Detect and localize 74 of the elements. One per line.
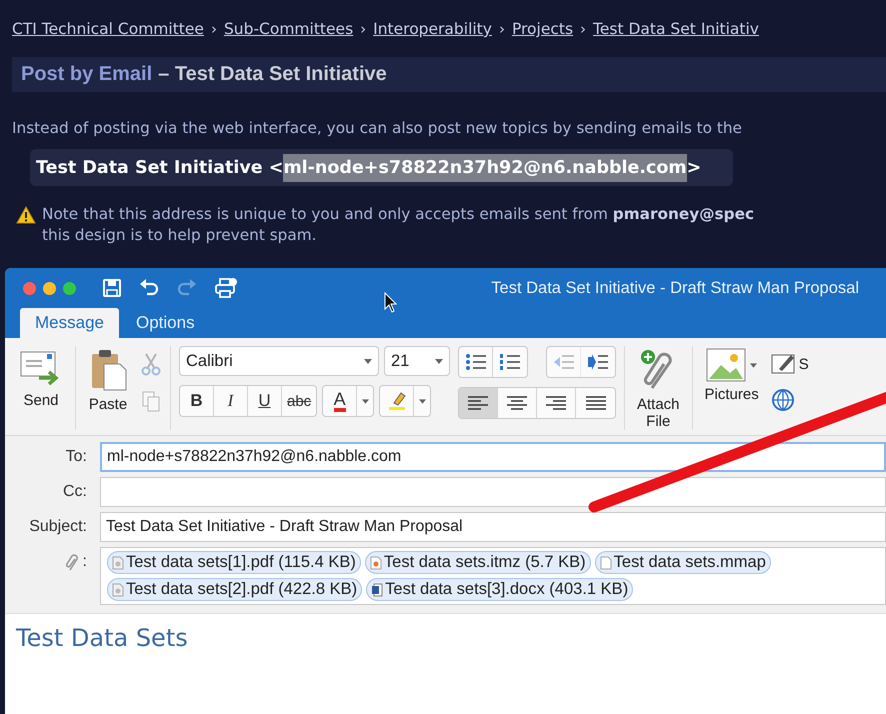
breadcrumb-separator: ›: [498, 20, 505, 38]
input-field[interactable]: [100, 477, 886, 507]
attachment-chip[interactable]: Test data sets.itmz (5.7 KB): [364, 551, 591, 574]
align-right-icon: [546, 396, 566, 410]
outdent-icon: [552, 353, 574, 371]
body-heading: Test Data Sets: [16, 624, 189, 652]
print-icon[interactable]: [214, 277, 238, 299]
font-dropdown[interactable]: Calibri: [179, 346, 379, 376]
pictures-button[interactable]: Pictures: [700, 346, 763, 405]
address-name: Test Data Set Initiative <: [36, 158, 284, 178]
caret-icon: [418, 398, 426, 404]
note-text: this design is to help prevent spam.: [42, 225, 318, 246]
header-title: – Test Data Set Initiative: [158, 63, 387, 86]
format-button[interactable]: U: [248, 386, 282, 416]
attachment-chip[interactable]: Test data sets[1].pdf (115.4 KB): [107, 551, 361, 574]
ribbon-tab[interactable]: Message: [20, 308, 119, 338]
caret-icon: [364, 358, 372, 364]
address-bracket: >: [686, 158, 702, 178]
header-link[interactable]: Post by Email: [21, 63, 152, 86]
redo-icon: [176, 278, 198, 298]
document-icon: [600, 556, 612, 570]
caret-icon: [750, 362, 758, 368]
input-field[interactable]: Test Data Set Initiative - Draft Straw Man Proposal: [100, 512, 886, 542]
breadcrumb-link[interactable]: CTI Technical Committee: [12, 20, 204, 38]
warning-icon: [16, 206, 36, 224]
breadcrumb-link[interactable]: Projects: [512, 20, 574, 38]
document-icon: [112, 582, 124, 596]
numbered-list-icon: [499, 353, 521, 371]
intro-text: Instead of posting via the web interface, you can also post new topics by sending emails to the: [12, 119, 743, 137]
breadcrumb-link[interactable]: Sub-Committees: [224, 20, 354, 38]
breadcrumb-link[interactable]: Test Data Set Initiativ: [593, 20, 759, 38]
globe-icon[interactable]: [770, 388, 795, 412]
paste-button[interactable]: Paste: [84, 346, 132, 415]
align-justify-icon: [586, 396, 606, 410]
breadcrumb-separator: ›: [580, 20, 586, 38]
indent-icon: [587, 353, 609, 371]
bullet-list-icon: [464, 353, 486, 371]
breadcrumb-separator: ›: [360, 20, 366, 38]
save-icon[interactable]: [102, 278, 122, 298]
align-left-icon: [468, 396, 488, 410]
attach-file-button[interactable]: Attach File: [633, 346, 684, 432]
send-button[interactable]: Send: [15, 346, 67, 411]
image-icon: [706, 348, 746, 382]
field-label: Cc:: [62, 482, 88, 502]
minimize-button[interactable]: [43, 282, 56, 294]
ribbon-tab[interactable]: Options: [120, 308, 210, 338]
paperclip-icon: [64, 552, 79, 570]
input-field[interactable]: ml-node+s78822n37h92@n6.nabble.com: [100, 442, 886, 472]
format-button[interactable]: I: [214, 386, 248, 416]
format-button[interactable]: abc: [282, 386, 316, 416]
attachment-chip[interactable]: Test data sets[2].pdf (422.8 KB): [107, 578, 362, 601]
field-label: To:: [64, 447, 88, 467]
document-icon: [112, 556, 124, 570]
note-text: Note that this address is unique to you and only accepts emails sent from pmaroney@spec: [42, 204, 754, 225]
word-document-icon: [371, 582, 384, 596]
breadcrumb-separator: ›: [210, 20, 217, 38]
email-address: ml-node+s78822n37h92@n6.nabble.com: [283, 154, 687, 182]
font-size-dropdown[interactable]: 21: [384, 346, 450, 376]
window-title: Test Data Set Initiative - Draft Straw Man Proposal: [491, 278, 859, 298]
format-button[interactable]: B: [180, 386, 214, 416]
field-label: Subject:: [28, 517, 88, 537]
attachment-chip[interactable]: Test data sets[3].docx (403.1 KB): [366, 578, 634, 601]
align-center-icon: [507, 396, 527, 410]
attachments-label: :: [82, 552, 87, 572]
mouse-pointer-icon: [384, 292, 398, 314]
align-button[interactable]: [459, 388, 498, 418]
breadcrumb-link[interactable]: Interoperability: [373, 20, 492, 38]
signature-button[interactable]: S: [770, 352, 809, 376]
attachment-chip[interactable]: Test data sets.mmap: [594, 551, 771, 574]
caret-icon: [435, 358, 443, 364]
undo-icon[interactable]: [138, 278, 160, 298]
signature-icon: [770, 352, 797, 376]
document-icon: [370, 556, 382, 570]
caret-icon: [362, 398, 369, 404]
